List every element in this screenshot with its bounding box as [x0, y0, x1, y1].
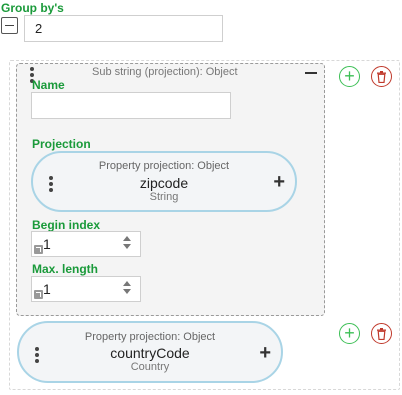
- name-label: Name: [32, 78, 65, 92]
- link-arrow-icon[interactable]: [34, 245, 43, 254]
- stepper-up-icon[interactable]: [123, 281, 131, 286]
- begin-index-input[interactable]: 1: [31, 231, 141, 257]
- link-arrow-icon[interactable]: [34, 290, 43, 299]
- group-by-count-value: 2: [35, 21, 43, 36]
- name-input[interactable]: [31, 92, 231, 119]
- begin-index-stepper[interactable]: [122, 236, 132, 249]
- stepper-up-icon[interactable]: [123, 236, 131, 241]
- plus-icon: +: [344, 66, 355, 86]
- add-button-2[interactable]: +: [339, 323, 360, 344]
- countrycode-pill-title: Property projection: Object: [84, 331, 216, 343]
- delete-button[interactable]: [371, 66, 392, 87]
- trash-icon: [377, 327, 386, 340]
- countrycode-pill-name: countryCode: [110, 345, 190, 361]
- substring-card-title: Sub string (projection): Object: [92, 66, 238, 78]
- plus-icon: +: [344, 323, 355, 343]
- collapse-group-by-button[interactable]: [1, 17, 18, 34]
- zipcode-pill-name: zipcode: [139, 175, 189, 191]
- group-by-label: Group by's: [1, 1, 64, 15]
- countrycode-projection-pill[interactable]: Property projection: Object countryCode …: [17, 321, 283, 383]
- delete-button-2[interactable]: [371, 323, 392, 344]
- stepper-down-icon[interactable]: [123, 289, 131, 294]
- projection-label: Projection: [32, 137, 91, 151]
- add-button[interactable]: +: [339, 66, 360, 87]
- zipcode-pill-type: String: [149, 191, 179, 203]
- max-length-label: Max. length: [32, 262, 99, 276]
- begin-index-label: Begin index: [32, 218, 101, 232]
- countrycode-pill-type: Country: [130, 361, 170, 373]
- zipcode-expand-plus-icon[interactable]: +: [273, 172, 285, 192]
- begin-index-value: 1: [43, 236, 51, 252]
- group-by-count-input[interactable]: 2: [24, 15, 223, 42]
- countrycode-expand-plus-icon[interactable]: +: [259, 343, 271, 363]
- max-length-input[interactable]: 1: [31, 276, 141, 302]
- collapse-card-button[interactable]: [303, 65, 319, 81]
- trash-icon: [377, 70, 386, 83]
- countrycode-drag-handle-icon[interactable]: [35, 347, 39, 363]
- max-length-value: 1: [43, 281, 51, 297]
- zipcode-projection-pill[interactable]: Property projection: Object zipcode Stri…: [31, 151, 297, 212]
- zipcode-pill-title: Property projection: Object: [98, 160, 230, 172]
- minus-icon: [305, 72, 317, 74]
- zipcode-drag-handle-icon[interactable]: [49, 176, 53, 192]
- stepper-down-icon[interactable]: [123, 244, 131, 249]
- max-length-stepper[interactable]: [122, 281, 132, 294]
